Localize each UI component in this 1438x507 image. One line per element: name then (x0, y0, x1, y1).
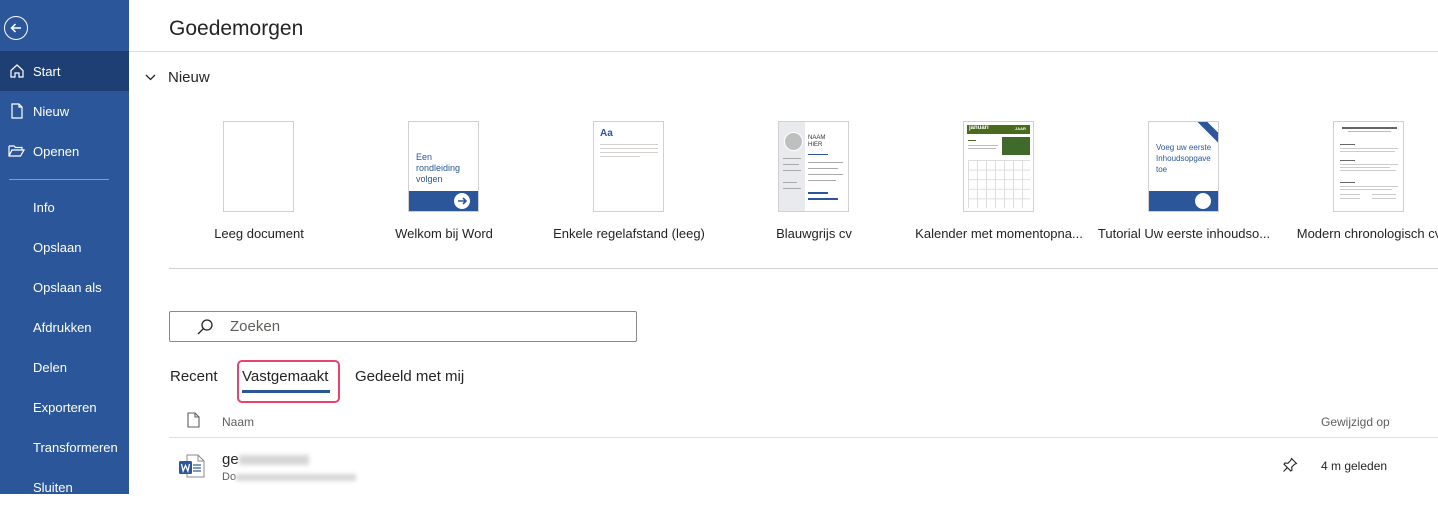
template-single-spaced[interactable]: Aa (593, 121, 664, 212)
folder-open-icon (0, 144, 33, 158)
sidebar-item-transform[interactable]: Transformeren (0, 427, 129, 467)
page-title: Goedemorgen (169, 17, 304, 40)
sidebar-item-label: Exporteren (33, 399, 97, 415)
main-pane: Goedemorgen Nieuw Leeg document Een rond… (129, 0, 1438, 494)
sidebar-item-info[interactable]: Info (0, 187, 129, 227)
sidebar-item-export[interactable]: Exporteren (0, 387, 129, 427)
thumb-text: Een rondleiding volgen (416, 152, 461, 184)
sidebar-item-label: Info (33, 199, 55, 215)
highlight-box (237, 360, 340, 403)
avatar (784, 132, 803, 151)
thumb-text: januari (969, 125, 989, 131)
word-file-icon (179, 454, 205, 483)
sidebar-item-label: Afdrukken (33, 319, 92, 335)
new-document-icon (0, 103, 33, 119)
modified-time: 4 m geleden (1321, 459, 1388, 473)
template-toc-tutorial[interactable]: Voeg uw eerste Inhoudsopgave toe (1148, 121, 1219, 212)
thumb-text: Voeg uw eerste Inhoudsopgave toe (1156, 143, 1212, 174)
home-icon (0, 63, 33, 79)
template-label: Modern chronologisch cv (1296, 226, 1438, 241)
template-blue-grey-cv[interactable]: NAAM HIER (778, 121, 849, 212)
file-row[interactable]: ge Do 4 m geleden (169, 438, 1438, 494)
back-arrow-icon[interactable] (4, 16, 28, 40)
template-label: Blauwgrijs cv (776, 226, 852, 241)
thumb-text: NAAM HIER (808, 135, 826, 148)
template-label: Tutorial Uw eerste inhoudso... (1097, 226, 1271, 241)
file-path: Do (222, 471, 357, 483)
document-icon (187, 412, 200, 433)
sidebar-item-close[interactable]: Sluiten (0, 467, 129, 507)
search-icon (196, 318, 214, 336)
thumb-text-year: JAAR (1015, 126, 1026, 131)
sidebar-divider (9, 179, 109, 180)
tab-recent[interactable]: Recent (170, 368, 218, 385)
template-blank-document[interactable] (223, 121, 294, 212)
tutorial-icon (1195, 193, 1211, 209)
column-header-name[interactable]: Naam (222, 415, 254, 429)
template-modern-chronological-cv[interactable] (1333, 121, 1404, 212)
tab-shared-with-me[interactable]: Gedeeld met mij (355, 368, 464, 385)
sidebar-item-label: Opslaan als (33, 279, 102, 295)
sidebar-item-label: Opslaan (33, 239, 82, 255)
sidebar-item-open[interactable]: Openen (0, 131, 129, 171)
sidebar-item-save[interactable]: Opslaan (0, 227, 129, 267)
divider (129, 51, 1438, 52)
chevron-down-icon[interactable] (145, 74, 156, 81)
file-name: ge (222, 451, 309, 468)
sidebar-item-label: Delen (33, 359, 67, 375)
sidebar-item-save-as[interactable]: Opslaan als (0, 267, 129, 307)
column-header-modified[interactable]: Gewijzigd op (1321, 415, 1390, 429)
sidebar-item-label: Nieuw (33, 103, 70, 119)
new-section-header[interactable]: Nieuw (145, 69, 210, 86)
template-calendar[interactable]: januari JAAR (963, 121, 1034, 212)
template-label: Welkom bij Word (395, 226, 493, 241)
template-label: Kalender met momentopna... (915, 226, 1083, 241)
divider (169, 268, 1438, 269)
sidebar-item-share[interactable]: Delen (0, 347, 129, 387)
sidebar-item-start[interactable]: Start (0, 51, 129, 91)
template-label: Enkele regelafstand (leeg) (553, 226, 705, 241)
sidebar-item-label: Start (33, 63, 61, 79)
backstage-sidebar: Start Nieuw Openen Info Opslaan Opslaan … (0, 0, 129, 495)
sidebar-item-new[interactable]: Nieuw (0, 91, 129, 131)
search-input[interactable] (228, 317, 612, 336)
sidebar-item-label: Sluiten (33, 479, 73, 495)
section-title: Nieuw (168, 69, 210, 86)
template-label: Leeg document (214, 226, 304, 241)
sidebar-item-label: Openen (33, 143, 80, 159)
thumb-text: Aa (600, 128, 613, 139)
arrow-right-icon (454, 193, 470, 209)
photo-placeholder (1002, 137, 1030, 155)
pin-icon[interactable] (1282, 457, 1298, 478)
template-welcome-to-word[interactable]: Een rondleiding volgen (408, 121, 479, 212)
sidebar-item-print[interactable]: Afdrukken (0, 307, 129, 347)
file-list-header: Naam Gewijzigd op (169, 411, 1438, 437)
search-box[interactable] (169, 311, 637, 342)
sidebar-item-label: Transformeren (33, 439, 118, 455)
